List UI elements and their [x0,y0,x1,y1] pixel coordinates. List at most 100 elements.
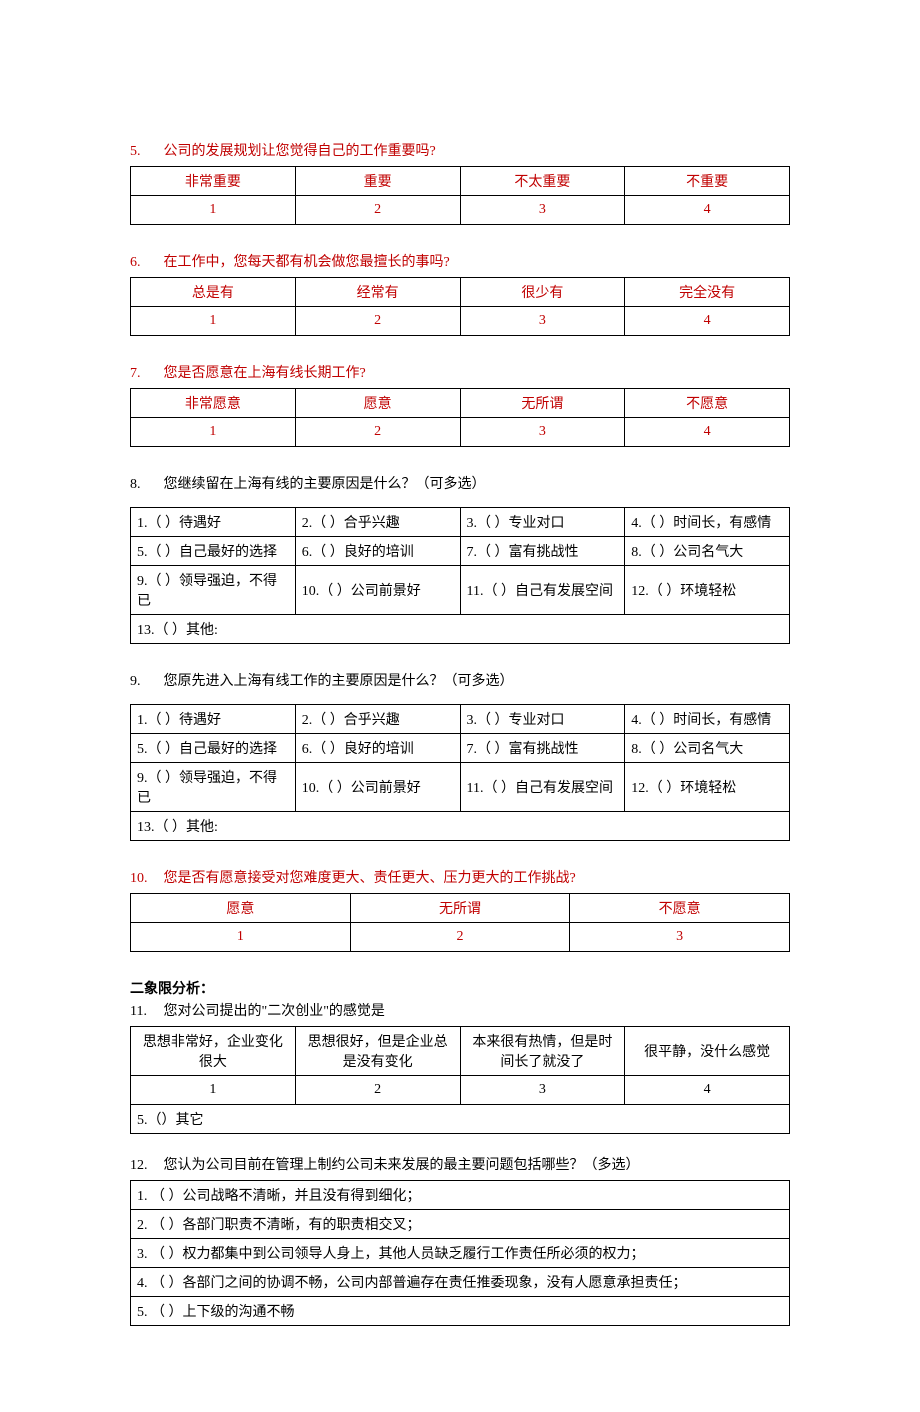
q7-table: 非常愿意 愿意 无所谓 不愿意 1 2 3 4 [130,388,790,447]
q12-item-3[interactable]: 3. （ ）权力都集中到公司领导人身上，其他人员缺乏履行工作责任所必须的权力； [131,1239,790,1268]
q9-opt-12[interactable]: 12.（ ）环境轻松 [625,763,790,812]
q11-h0: 思想非常好，企业变化很大 [131,1027,296,1076]
survey-page: 5. 公司的发展规划让您觉得自己的工作重要吗? 非常重要 重要 不太重要 不重要… [0,0,920,1412]
q9-opt-7[interactable]: 7.（ ）富有挑战性 [460,734,625,763]
question-12: 12. 您认为公司目前在管理上制约公司未来发展的最主要问题包括哪些？（多选） 1… [130,1154,790,1326]
q5-v2[interactable]: 3 [460,196,625,225]
q6-num: 6. [130,255,160,271]
q9-opt-5[interactable]: 5.（ ）自己最好的选择 [131,734,296,763]
q8-opt-4[interactable]: 4.（ ）时间长，有感情 [625,508,790,537]
q7-v2[interactable]: 3 [460,418,625,447]
q8-opt-2[interactable]: 2.（ ）合乎兴趣 [295,508,460,537]
q12-item-5[interactable]: 5. （ ）上下级的沟通不畅 [131,1297,790,1326]
q10-v1[interactable]: 2 [350,923,570,952]
q12-num: 12. [130,1158,160,1174]
question-7: 7. 您是否愿意在上海有线长期工作? 非常愿意 愿意 无所谓 不愿意 1 2 3… [130,362,790,447]
q9-opt-4[interactable]: 4.（ ）时间长，有感情 [625,705,790,734]
question-6: 6. 在工作中，您每天都有机会做您最擅长的事吗? 总是有 经常有 很少有 完全没… [130,251,790,336]
q6-h0: 总是有 [131,278,296,307]
q9-opt-9[interactable]: 9.（ ）领导强迫，不得已 [131,763,296,812]
q8-opt-9[interactable]: 9.（ ）领导强迫，不得已 [131,566,296,615]
q8-opt-11[interactable]: 11.（ ）自己有发展空间 [460,566,625,615]
q9-opt-8[interactable]: 8.（ ）公司名气大 [625,734,790,763]
q10-v2[interactable]: 3 [570,923,790,952]
q7-h2: 无所谓 [460,389,625,418]
q8-opt-6[interactable]: 6.（ ）良好的培训 [295,537,460,566]
q6-v1[interactable]: 2 [295,307,460,336]
q9-text: 您原先进入上海有线工作的主要原因是什么？（可多选） [164,674,514,689]
q5-h0: 非常重要 [131,167,296,196]
q7-h0: 非常愿意 [131,389,296,418]
q5-table: 非常重要 重要 不太重要 不重要 1 2 3 4 [130,166,790,225]
q8-opt-3[interactable]: 3.（ ）专业对口 [460,508,625,537]
q5-title: 5. 公司的发展规划让您觉得自己的工作重要吗? [130,140,790,160]
section-2-heading: 二象限分析： [130,978,790,998]
q10-table: 愿意 无所谓 不愿意 1 2 3 [130,893,790,952]
q9-opt-3[interactable]: 3.（ ）专业对口 [460,705,625,734]
q8-opt-1[interactable]: 1.（ ）待遇好 [131,508,296,537]
q8-opt-7[interactable]: 7.（ ）富有挑战性 [460,537,625,566]
q12-item-2[interactable]: 2. （ ）各部门职责不清晰，有的职责相交叉； [131,1210,790,1239]
q10-title: 10. 您是否有愿意接受对您难度更大、责任更大、压力更大的工作挑战? [130,867,790,887]
q6-h2: 很少有 [460,278,625,307]
q5-h1: 重要 [295,167,460,196]
q11-opt-5[interactable]: 5.（）其它 [131,1105,790,1134]
q11-table: 思想非常好，企业变化很大 思想很好，但是企业总是没有变化 本来很有热情，但是时间… [130,1026,790,1134]
q9-num: 9. [130,674,160,690]
q7-num: 7. [130,366,160,382]
q10-text: 您是否有愿意接受对您难度更大、责任更大、压力更大的工作挑战? [164,871,576,886]
q11-num: 11. [130,1004,160,1020]
q12-title: 12. 您认为公司目前在管理上制约公司未来发展的最主要问题包括哪些？（多选） [130,1154,790,1174]
q11-v0[interactable]: 1 [131,1076,296,1105]
q6-h1: 经常有 [295,278,460,307]
q9-opt-6[interactable]: 6.（ ）良好的培训 [295,734,460,763]
q5-v1[interactable]: 2 [295,196,460,225]
q8-num: 8. [130,477,160,493]
q11-v3[interactable]: 4 [625,1076,790,1105]
q8-opt-5[interactable]: 5.（ ）自己最好的选择 [131,537,296,566]
q6-h3: 完全没有 [625,278,790,307]
q11-h3: 很平静，没什么感觉 [625,1027,790,1076]
q6-v0[interactable]: 1 [131,307,296,336]
q9-opt-2[interactable]: 2.（ ）合乎兴趣 [295,705,460,734]
q8-opt-10[interactable]: 10.（ ）公司前景好 [295,566,460,615]
q11-v1[interactable]: 2 [295,1076,460,1105]
q11-v2[interactable]: 3 [460,1076,625,1105]
q10-h1: 无所谓 [350,894,570,923]
q7-v0[interactable]: 1 [131,418,296,447]
q5-num: 5. [130,144,160,160]
question-11: 11. 您对公司提出的"二次创业"的感觉是 思想非常好，企业变化很大 思想很好，… [130,1000,790,1134]
q8-opt-12[interactable]: 12.（ ）环境轻松 [625,566,790,615]
q9-opt-10[interactable]: 10.（ ）公司前景好 [295,763,460,812]
q7-h1: 愿意 [295,389,460,418]
q8-opt-8[interactable]: 8.（ ）公司名气大 [625,537,790,566]
q5-v0[interactable]: 1 [131,196,296,225]
q6-table: 总是有 经常有 很少有 完全没有 1 2 3 4 [130,277,790,336]
q6-v2[interactable]: 3 [460,307,625,336]
q11-h1: 思想很好，但是企业总是没有变化 [295,1027,460,1076]
q7-v1[interactable]: 2 [295,418,460,447]
q5-v3[interactable]: 4 [625,196,790,225]
q5-text: 公司的发展规划让您觉得自己的工作重要吗? [164,144,436,159]
q10-v0[interactable]: 1 [131,923,351,952]
q9-table: 1.（ ）待遇好 2.（ ）合乎兴趣 3.（ ）专业对口 4.（ ）时间长，有感… [130,704,790,841]
q8-text: 您继续留在上海有线的主要原因是什么？（可多选） [164,477,486,492]
q9-opt-11[interactable]: 11.（ ）自己有发展空间 [460,763,625,812]
q7-v3[interactable]: 4 [625,418,790,447]
q12-item-4[interactable]: 4. （ ）各部门之间的协调不畅，公司内部普遍存在责任推委现象，没有人愿意承担责… [131,1268,790,1297]
question-9: 9. 您原先进入上海有线工作的主要原因是什么？（可多选） 1.（ ）待遇好 2.… [130,670,790,841]
q11-text: 您对公司提出的"二次创业"的感觉是 [164,1004,385,1019]
q8-opt-13[interactable]: 13.（ ）其他: [131,615,790,644]
q8-title: 8. 您继续留在上海有线的主要原因是什么？（可多选） [130,473,790,493]
question-10: 10. 您是否有愿意接受对您难度更大、责任更大、压力更大的工作挑战? 愿意 无所… [130,867,790,952]
q6-v3[interactable]: 4 [625,307,790,336]
question-5: 5. 公司的发展规划让您觉得自己的工作重要吗? 非常重要 重要 不太重要 不重要… [130,140,790,225]
q9-opt-13[interactable]: 13.（ ）其他: [131,812,790,841]
q10-h0: 愿意 [131,894,351,923]
q12-item-1[interactable]: 1. （ ）公司战略不清晰，并且没有得到细化； [131,1181,790,1210]
question-8: 8. 您继续留在上海有线的主要原因是什么？（可多选） 1.（ ）待遇好 2.（ … [130,473,790,644]
q6-text: 在工作中，您每天都有机会做您最擅长的事吗? [164,255,450,270]
q9-opt-1[interactable]: 1.（ ）待遇好 [131,705,296,734]
q7-h3: 不愿意 [625,389,790,418]
q12-text: 您认为公司目前在管理上制约公司未来发展的最主要问题包括哪些？（多选） [164,1158,640,1173]
